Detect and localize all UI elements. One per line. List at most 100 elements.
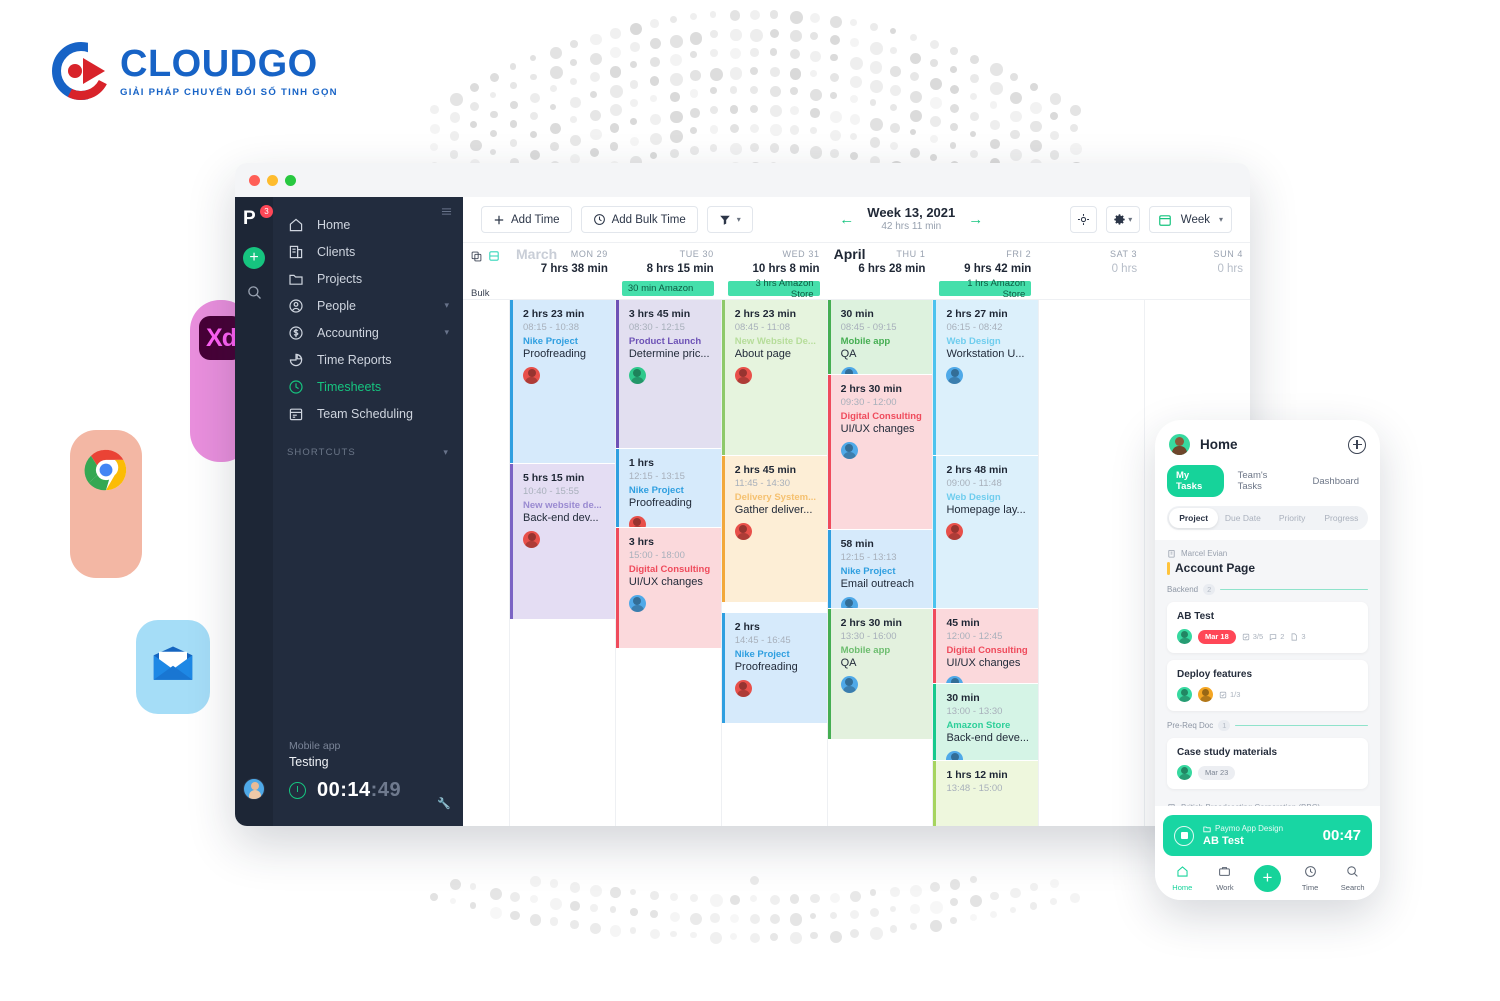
day-column[interactable]: [1038, 300, 1144, 826]
phone-nav-time[interactable]: Time: [1289, 865, 1332, 892]
avatar[interactable]: [629, 595, 646, 612]
window-maximize-button[interactable]: [285, 175, 296, 186]
add-task-button[interactable]: [1348, 436, 1366, 454]
quick-add-button[interactable]: +: [243, 247, 265, 269]
avatar[interactable]: [1177, 629, 1192, 644]
time-entry-card[interactable]: 2 hrs 30 min 09:30 - 12:00 Digital Consult…: [828, 375, 933, 529]
day-header[interactable]: March MON 29 7 hrs 38 min: [509, 243, 615, 299]
plus-fab-icon[interactable]: +: [1254, 865, 1281, 892]
time-entry-card[interactable]: 2 hrs 14:45 - 16:45 Nike Project Proofreadi…: [722, 613, 827, 723]
filter-button[interactable]: ▾: [707, 206, 753, 233]
time-entry-card[interactable]: 2 hrs 27 min 06:15 - 08:42 Web Design Works…: [933, 300, 1038, 455]
avatar[interactable]: [1177, 765, 1192, 780]
day-header[interactable]: FRI 2 9 hrs 42 min 1 hrs Amazon Store: [932, 243, 1038, 299]
phone-tab-my-tasks[interactable]: My Tasks: [1167, 465, 1224, 497]
bulk-entry-chip[interactable]: 30 min Amazon: [622, 281, 714, 296]
avatar[interactable]: [1177, 687, 1192, 702]
app-logo[interactable]: P 3: [243, 209, 265, 231]
avatar[interactable]: [841, 442, 858, 459]
task-group-header[interactable]: Pre-Req Doc 1: [1167, 720, 1368, 731]
sidebar-section-shortcuts[interactable]: SHORTCUTS ▾: [273, 447, 463, 458]
phone-tab-team-s-tasks[interactable]: Team's Tasks: [1229, 465, 1299, 497]
phone-nav-work[interactable]: Work: [1204, 865, 1247, 892]
phone-segment-priority[interactable]: Priority: [1268, 508, 1317, 528]
window-minimize-button[interactable]: [267, 175, 278, 186]
collapse-sidebar-icon[interactable]: [440, 205, 453, 223]
time-entry-card[interactable]: 3 hrs 45 min 08:30 - 12:15 Product Launch D…: [616, 300, 721, 448]
avatar[interactable]: [946, 523, 963, 540]
time-entry-card[interactable]: 1 hrs 12:15 - 13:15 Nike Project Proofreadi…: [616, 449, 721, 527]
avatar[interactable]: [946, 676, 963, 683]
day-header[interactable]: WED 31 10 hrs 8 min 3 hrs Amazon Store: [721, 243, 827, 299]
previous-week-button[interactable]: ←: [839, 211, 854, 228]
bulk-entry-chip[interactable]: 1 hrs Amazon Store: [939, 281, 1031, 296]
avatar[interactable]: [735, 523, 752, 540]
sidebar-item-clients[interactable]: Clients: [273, 238, 463, 265]
phone-segment-due-date[interactable]: Due Date: [1218, 508, 1267, 528]
avatar[interactable]: [629, 516, 646, 527]
avatar[interactable]: [1198, 687, 1213, 702]
settings-button[interactable]: ▾: [1106, 206, 1140, 233]
time-entry-card[interactable]: 3 hrs 15:00 - 18:00 Digital Consulting UI/U…: [616, 528, 721, 648]
time-entry-card[interactable]: 1 hrs 12 min 13:48 - 15:00: [933, 761, 1038, 826]
today-locate-button[interactable]: [1070, 206, 1097, 233]
day-column[interactable]: 3 hrs 45 min 08:30 - 12:15 Product Launch D…: [615, 300, 721, 826]
phone-nav-search[interactable]: Search: [1331, 865, 1374, 892]
avatar[interactable]: [735, 680, 752, 697]
avatar[interactable]: [629, 367, 646, 384]
bulk-entry-chip[interactable]: 3 hrs Amazon Store: [728, 281, 820, 296]
time-entry-card[interactable]: 2 hrs 45 min 11:45 - 14:30 Delivery System…: [722, 456, 827, 602]
time-entry-card[interactable]: 30 min 08:45 - 09:15 Mobile app QA: [828, 300, 933, 374]
list-rows-icon[interactable]: [488, 250, 500, 262]
search-icon[interactable]: [247, 285, 262, 305]
phone-segment-project[interactable]: Project: [1169, 508, 1218, 528]
phone-nav-home[interactable]: Home: [1161, 865, 1204, 892]
day-column[interactable]: 2 hrs 27 min 06:15 - 08:42 Web Design Works…: [932, 300, 1038, 826]
time-entry-card[interactable]: 2 hrs 48 min 09:00 - 11:48 Web Design Homep…: [933, 456, 1038, 608]
sidebar-item-timesheets[interactable]: Timesheets: [273, 373, 463, 400]
timer-play-button[interactable]: [289, 782, 306, 799]
next-week-button[interactable]: →: [968, 211, 983, 228]
day-header[interactable]: TUE 30 8 hrs 15 min 30 min Amazon: [615, 243, 721, 299]
settings-wrench-icon[interactable]: 🔧: [437, 797, 451, 810]
phone-tab-dashboard[interactable]: Dashboard: [1304, 471, 1368, 492]
time-entry-card[interactable]: 30 min 13:00 - 13:30 Amazon Store Back-end …: [933, 684, 1038, 760]
time-entry-card[interactable]: 5 hrs 15 min 10:40 - 15:55 New website de.…: [510, 464, 615, 619]
avatar[interactable]: [1169, 434, 1190, 455]
avatar[interactable]: [841, 597, 858, 608]
add-time-button[interactable]: Add Time: [481, 206, 572, 233]
task-card[interactable]: Case study materials Mar 23: [1167, 738, 1368, 789]
avatar[interactable]: [946, 367, 963, 384]
day-column[interactable]: 30 min 08:45 - 09:15 Mobile app QA 2 hrs 30 …: [827, 300, 933, 826]
avatar[interactable]: [735, 367, 752, 384]
task-card[interactable]: AB Test Mar 18 3/5 2 3: [1167, 602, 1368, 653]
window-close-button[interactable]: [249, 175, 260, 186]
phone-nav-add[interactable]: +: [1246, 865, 1289, 892]
day-header[interactable]: April THU 16 hrs 28 min: [827, 243, 933, 299]
avatar[interactable]: [243, 778, 265, 800]
sidebar-item-projects[interactable]: Projects: [273, 265, 463, 292]
avatar[interactable]: [946, 751, 963, 760]
task-card[interactable]: Deploy features 1/3: [1167, 660, 1368, 711]
day-header[interactable]: SUN 4 0 hrs: [1144, 243, 1250, 299]
time-entry-card[interactable]: 45 min 12:00 - 12:45 Digital Consulting UI/…: [933, 609, 1038, 683]
avatar[interactable]: [523, 531, 540, 548]
avatar[interactable]: [841, 367, 858, 374]
sidebar-item-accounting[interactable]: Accounting ▾: [273, 319, 463, 346]
sidebar-item-team-scheduling[interactable]: Team Scheduling: [273, 400, 463, 427]
avatar[interactable]: [523, 367, 540, 384]
day-column[interactable]: 2 hrs 23 min 08:15 - 10:38 Nike Project Pro…: [509, 300, 615, 826]
time-entry-card[interactable]: 58 min 12:15 - 13:13 Nike Project Email out…: [828, 530, 933, 608]
sidebar-item-home[interactable]: Home: [273, 211, 463, 238]
view-selector[interactable]: Week ▾: [1149, 206, 1232, 233]
phone-running-timer[interactable]: Paymo App Design AB Test 00:47: [1163, 815, 1372, 856]
day-header[interactable]: SAT 3 0 hrs: [1038, 243, 1144, 299]
sidebar-item-people[interactable]: People ▾: [273, 292, 463, 319]
phone-segment-progress[interactable]: Progress: [1317, 508, 1366, 528]
copy-icon[interactable]: [471, 251, 482, 262]
avatar[interactable]: [841, 676, 858, 693]
stop-timer-button[interactable]: [1174, 826, 1194, 846]
time-entry-card[interactable]: 2 hrs 30 min 13:30 - 16:00 Mobile app QA: [828, 609, 933, 739]
time-entry-card[interactable]: 2 hrs 23 min 08:45 - 11:08 New Website De.…: [722, 300, 827, 455]
day-column[interactable]: 2 hrs 23 min 08:45 - 11:08 New Website De.…: [721, 300, 827, 826]
